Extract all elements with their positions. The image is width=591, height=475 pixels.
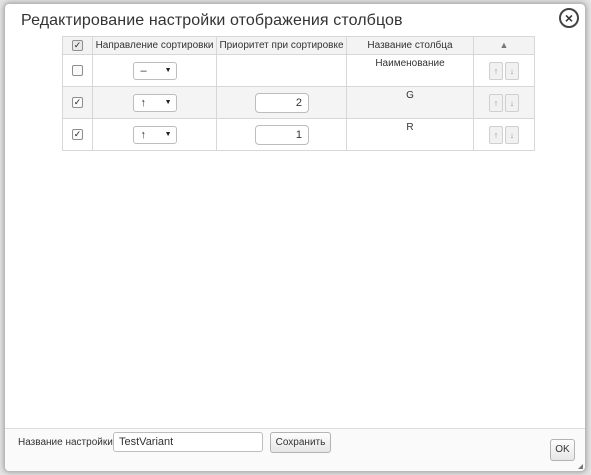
column-name-cell: R bbox=[346, 118, 474, 151]
move-up-button[interactable]: ↑ bbox=[489, 93, 503, 112]
table-row: ✓ ↑ ▼ 1 R ↑ ↓ bbox=[62, 118, 535, 151]
move-cell: ↑ ↓ bbox=[473, 86, 535, 119]
select-all-header[interactable]: ✓ bbox=[62, 36, 93, 55]
move-down-button[interactable]: ↓ bbox=[505, 61, 519, 80]
sort-direction-cell: ↑ ▼ bbox=[92, 118, 217, 151]
row-checkbox-cell bbox=[62, 54, 93, 87]
table-row: – ▼ Наименование ↑ ↓ bbox=[62, 54, 535, 87]
sort-direction-select[interactable]: – ▼ bbox=[132, 61, 177, 80]
save-button[interactable]: Сохранить bbox=[270, 432, 331, 453]
move-cell: ↑ ↓ bbox=[473, 118, 535, 151]
dialog-footer: Название настройки TestVariant Сохранить… bbox=[5, 428, 585, 471]
columns-table: ✓ Направление сортировки Приоритет при с… bbox=[62, 36, 535, 151]
sort-priority-cell bbox=[216, 54, 347, 87]
sort-direction-value: ↑ bbox=[140, 128, 147, 141]
setting-name-label: Название настройки bbox=[18, 437, 113, 448]
sort-direction-cell: – ▼ bbox=[92, 54, 217, 87]
row-checkbox[interactable]: ✓ bbox=[72, 96, 83, 108]
row-checkbox[interactable]: ✓ bbox=[72, 128, 83, 140]
move-down-button[interactable]: ↓ bbox=[505, 93, 519, 112]
row-checkbox[interactable] bbox=[72, 64, 83, 76]
sort-direction-header: Направление сортировки bbox=[92, 36, 217, 55]
sort-direction-cell: ↑ ▼ bbox=[92, 86, 217, 119]
sort-priority-header: Приоритет при сортировке bbox=[216, 36, 347, 55]
move-down-button[interactable]: ↓ bbox=[505, 125, 519, 144]
sort-priority-cell: 1 bbox=[216, 118, 347, 151]
column-name-cell: G bbox=[346, 86, 474, 119]
select-all-checkbox[interactable]: ✓ bbox=[72, 39, 83, 51]
row-checkbox-cell: ✓ bbox=[62, 118, 93, 151]
column-name-header: Название столбца bbox=[346, 36, 474, 55]
ok-button[interactable]: OK bbox=[550, 439, 575, 461]
setting-name-input[interactable]: TestVariant bbox=[113, 432, 263, 452]
move-up-button[interactable]: ↑ bbox=[489, 125, 503, 144]
sort-priority-cell: 2 bbox=[216, 86, 347, 119]
move-up-button[interactable]: ↑ bbox=[489, 61, 503, 80]
sort-priority-input[interactable]: 1 bbox=[255, 124, 309, 145]
column-name-cell: Наименование bbox=[346, 54, 474, 87]
chevron-down-icon: ▼ bbox=[164, 99, 172, 106]
sort-priority-input[interactable]: 2 bbox=[255, 92, 309, 113]
sort-direction-value: – bbox=[140, 64, 147, 77]
sort-direction-select[interactable]: ↑ ▼ bbox=[132, 93, 177, 112]
resize-grip-icon[interactable] bbox=[578, 464, 583, 469]
chevron-down-icon: ▼ bbox=[164, 67, 172, 74]
table-row: ✓ ↑ ▼ 2 G ↑ ↓ bbox=[62, 86, 535, 119]
move-cell: ↑ ↓ bbox=[473, 54, 535, 87]
dialog-title: Редактирование настройки отображения сто… bbox=[21, 12, 403, 29]
column-settings-dialog: Редактирование настройки отображения сто… bbox=[4, 3, 586, 472]
sort-updown-icon: ▲ bbox=[499, 40, 509, 50]
row-checkbox-cell: ✓ bbox=[62, 86, 93, 119]
sort-direction-select[interactable]: ↑ ▼ bbox=[132, 125, 177, 144]
move-header: ▲ bbox=[473, 36, 535, 55]
close-icon[interactable]: × bbox=[559, 8, 579, 28]
table-header-row: ✓ Направление сортировки Приоритет при с… bbox=[62, 36, 535, 55]
chevron-down-icon: ▼ bbox=[164, 131, 172, 138]
sort-direction-value: ↑ bbox=[140, 96, 147, 109]
